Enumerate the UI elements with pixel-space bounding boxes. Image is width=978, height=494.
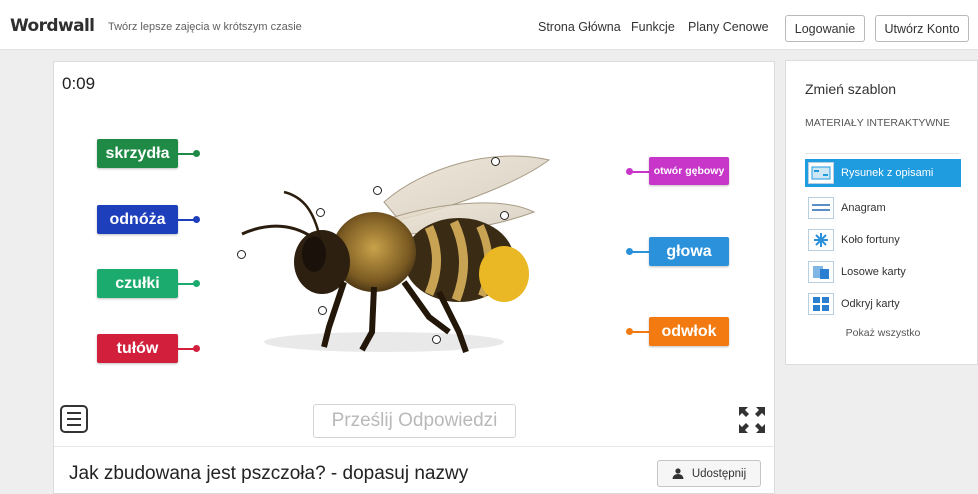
template-label: Rysunek z opisami	[841, 167, 934, 179]
fullscreen-icon[interactable]	[737, 405, 767, 435]
template-label: Anagram	[841, 202, 886, 214]
label-mouth-connector	[631, 171, 649, 173]
label-thorax[interactable]: tułów	[97, 334, 178, 363]
submit-answers-button[interactable]: Prześlij Odpowiedzi	[313, 404, 516, 438]
label-mouth[interactable]: otwór gębowy	[649, 157, 729, 185]
hotspot-thorax-top[interactable]	[316, 208, 325, 217]
signup-button[interactable]: Utwórz Konto	[875, 15, 969, 42]
wheel-icon	[808, 229, 834, 251]
label-antennae[interactable]: czułki	[97, 269, 178, 298]
random-cards-icon	[808, 261, 834, 283]
hotspot-abdomen-top[interactable]	[500, 211, 509, 220]
sidebar-section-heading: MATERIAŁY INTERAKTYWNE	[805, 117, 950, 129]
template-wheel[interactable]: Koło fortuny	[805, 226, 961, 254]
activity-title: Jak zbudowana jest pszczoła? - dopasuj n…	[69, 463, 469, 484]
template-label: Koło fortuny	[841, 234, 900, 246]
login-button[interactable]: Logowanie	[785, 15, 865, 42]
labelled-diagram-icon	[808, 162, 834, 184]
label-legs[interactable]: odnóża	[97, 205, 178, 234]
template-anagram[interactable]: Anagram	[805, 194, 961, 222]
menu-icon	[67, 412, 81, 414]
tagline: Twórz lepsze zajęcia w krótszym czasie	[108, 21, 302, 33]
template-flip-tiles[interactable]: Odkryj karty	[805, 290, 961, 318]
menu-button[interactable]	[60, 405, 88, 433]
template-sidebar: Zmień szablon MATERIAŁY INTERAKTYWNE Rys…	[785, 60, 978, 365]
menu-icon-line	[67, 424, 81, 426]
show-all-link[interactable]: Pokaż wszystko	[805, 327, 961, 339]
menu-icon-line	[67, 418, 81, 420]
label-abdomen-connector	[631, 331, 649, 333]
share-button[interactable]: Udostępnij	[657, 460, 761, 487]
bee-image	[241, 155, 551, 353]
nav-features-link[interactable]: Funkcje	[631, 20, 675, 34]
sidebar-title: Zmień szablon	[805, 81, 897, 97]
hotspot-antenna[interactable]	[237, 250, 246, 259]
sidebar-divider	[805, 153, 959, 154]
hotspot-wings[interactable]	[491, 157, 500, 166]
timer: 0:09	[62, 74, 96, 93]
hotspot-legs[interactable]	[432, 335, 441, 344]
template-random-cards[interactable]: Losowe karty	[805, 258, 961, 286]
activity-footer: Jak zbudowana jest pszczoła? - dopasuj n…	[54, 446, 774, 494]
label-head[interactable]: głowa	[649, 237, 729, 266]
nav-pricing-link[interactable]: Plany Cenowe	[688, 20, 769, 34]
anagram-icon	[808, 197, 834, 219]
label-abdomen[interactable]: odwłok	[649, 317, 729, 346]
template-label: Odkryj karty	[841, 298, 900, 310]
label-wings[interactable]: skrzydła	[97, 139, 178, 168]
hotspot-mouth[interactable]	[318, 306, 327, 315]
template-labelled-diagram[interactable]: Rysunek z opisami	[805, 159, 961, 187]
label-legs-dot	[193, 216, 200, 223]
nav-home-link[interactable]: Strona Główna	[538, 20, 621, 34]
label-head-connector	[631, 251, 649, 253]
share-user-icon	[672, 468, 684, 479]
top-header: Wordwall Twórz lepsze zajęcia w krótszym…	[0, 0, 978, 50]
flip-tiles-icon	[808, 293, 834, 315]
wordwall-logo[interactable]: Wordwall	[10, 16, 95, 36]
activity-panel: 0:09 skrzydła odnóża czułki tułów otwór …	[53, 61, 775, 494]
template-label: Losowe karty	[841, 266, 906, 278]
label-antennae-dot	[193, 280, 200, 287]
share-button-label: Udostępnij	[691, 467, 747, 480]
label-thorax-dot	[193, 345, 200, 352]
hotspot-wings-2[interactable]	[373, 186, 382, 195]
label-wings-dot	[193, 150, 200, 157]
